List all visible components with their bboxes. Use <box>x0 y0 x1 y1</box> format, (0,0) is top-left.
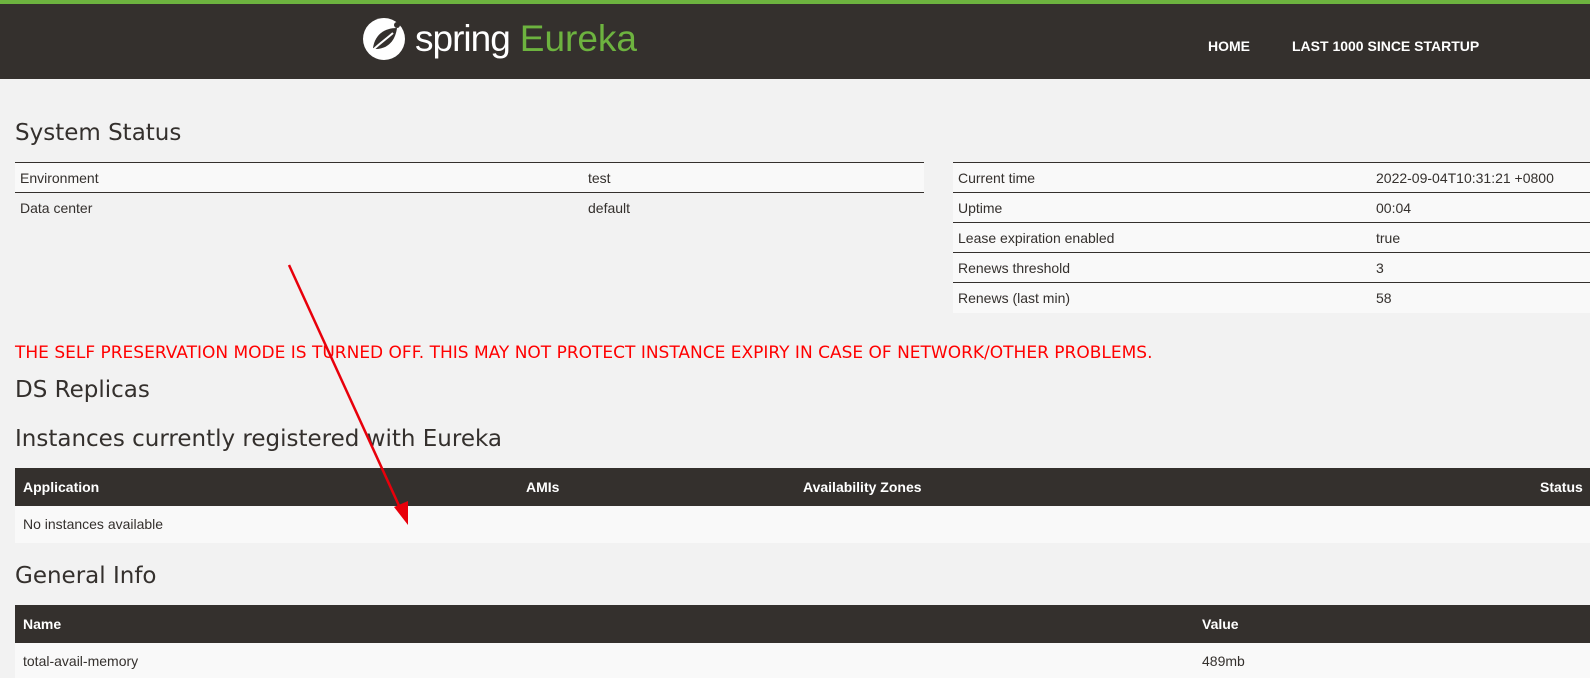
column-header-status: Status <box>1532 468 1590 506</box>
top-navbar: spring Eureka HOME LAST 1000 SINCE START… <box>0 0 1590 79</box>
table-row: Renews threshold 3 <box>953 252 1590 283</box>
table-header-row: Application AMIs Availability Zones Stat… <box>15 468 1590 506</box>
table-row: Data center default <box>15 192 924 223</box>
table-row: Uptime 00:04 <box>953 192 1590 223</box>
system-status-right-table: Current time 2022-09-04T10:31:21 +0800 U… <box>953 162 1590 313</box>
column-header-name: Name <box>15 605 1194 643</box>
table-row: Renews (last min) 58 <box>953 282 1590 313</box>
general-info-heading: General Info <box>15 563 157 589</box>
empty-instances-message: No instances available <box>15 505 1590 543</box>
status-label: Renews (last min) <box>953 282 1371 313</box>
column-header-amis: AMIs <box>518 468 795 506</box>
column-header-availability-zones: Availability Zones <box>795 468 1532 506</box>
table-row: total-avail-memory 489mb <box>15 642 1590 678</box>
status-value: 3 <box>1371 252 1590 283</box>
status-value: 00:04 <box>1371 192 1590 223</box>
info-name: total-avail-memory <box>15 642 1194 678</box>
annotation-arrow <box>287 264 408 525</box>
self-preservation-warning: THE SELF PRESERVATION MODE IS TURNED OFF… <box>15 343 1153 363</box>
status-label: Environment <box>15 162 583 193</box>
status-value: true <box>1371 222 1590 253</box>
status-label: Renews threshold <box>953 252 1371 283</box>
system-status-left-table: Environment test Data center default <box>15 162 924 223</box>
status-value: 58 <box>1371 282 1590 313</box>
general-info-table: Name Value total-avail-memory 489mb <box>15 605 1590 678</box>
status-label: Uptime <box>953 192 1371 223</box>
column-header-application: Application <box>15 468 518 506</box>
nav-last-1000-link[interactable]: LAST 1000 SINCE STARTUP <box>1292 38 1479 54</box>
nav-home-link[interactable]: HOME <box>1208 38 1250 54</box>
table-row: Lease expiration enabled true <box>953 222 1590 253</box>
brand-logo[interactable]: spring Eureka <box>361 16 637 62</box>
status-label: Lease expiration enabled <box>953 222 1371 253</box>
table-row: Current time 2022-09-04T10:31:21 +0800 <box>953 162 1590 193</box>
info-value: 489mb <box>1194 642 1590 678</box>
status-value: test <box>583 162 924 193</box>
table-row: No instances available <box>15 505 1590 543</box>
brand-spring-text: spring <box>415 18 511 59</box>
spring-leaf-icon <box>363 18 405 60</box>
status-label: Data center <box>15 192 583 223</box>
table-row: Environment test <box>15 162 924 193</box>
system-status-heading: System Status <box>15 120 182 146</box>
ds-replicas-heading: DS Replicas <box>15 377 150 403</box>
instances-heading: Instances currently registered with Eure… <box>15 426 502 452</box>
instances-table: Application AMIs Availability Zones Stat… <box>15 468 1590 543</box>
brand-eureka-text: Eureka <box>519 18 638 59</box>
status-value: 2022-09-04T10:31:21 +0800 <box>1371 162 1590 193</box>
column-header-value: Value <box>1194 605 1590 643</box>
table-header-row: Name Value <box>15 605 1590 643</box>
status-value: default <box>583 192 924 223</box>
status-label: Current time <box>953 162 1371 193</box>
